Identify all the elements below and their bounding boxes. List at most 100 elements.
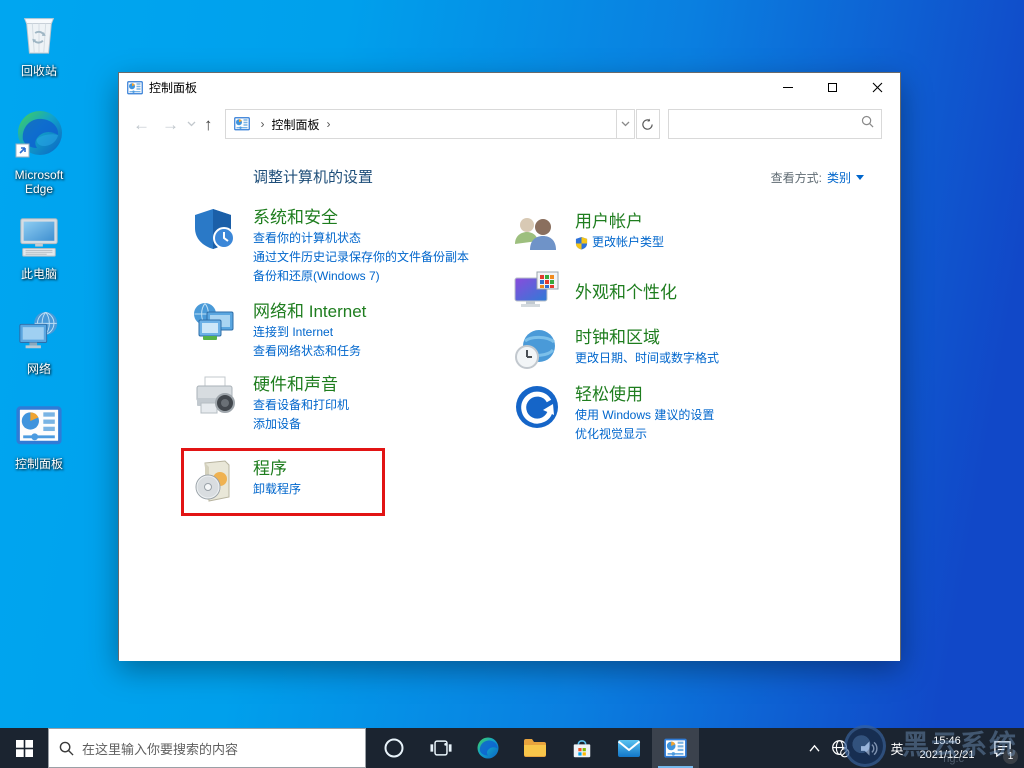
uac-shield-icon (575, 236, 588, 249)
category-link[interactable]: 使用 Windows 建议的设置 (575, 406, 714, 425)
window-search-input[interactable] (668, 117, 861, 131)
taskbar-search-placeholder: 在这里输入你要搜索的内容 (82, 741, 239, 757)
desktop-icon-microsoft-edge[interactable]: Microsoft Edge (2, 108, 76, 196)
tray-clock[interactable]: 15:46 2021/12/21 (910, 728, 984, 768)
category-title[interactable]: 硬件和声音 (253, 375, 338, 394)
window-title: 控制面板 (149, 81, 198, 95)
action-center-button[interactable]: 1 (984, 728, 1020, 768)
speaker-icon (861, 740, 878, 756)
clock-region-icon (513, 326, 561, 374)
chevron-up-icon (809, 744, 820, 752)
category-link[interactable]: 查看你的计算机状态 (253, 229, 469, 248)
tray-show-hidden-icons-button[interactable] (803, 728, 826, 768)
address-dropdown-button[interactable] (616, 109, 635, 139)
breadcrumb[interactable]: 控制面板 (272, 116, 320, 133)
maximize-button[interactable] (810, 73, 855, 102)
taskbar-mail-button[interactable] (605, 728, 652, 768)
category-link[interactable]: 优化视觉显示 (575, 425, 714, 444)
back-button[interactable]: ← (127, 114, 156, 135)
system-security-icon (191, 206, 239, 254)
category-clock-region: 时钟和区域 更改日期、时间或数字格式 (513, 326, 843, 374)
close-icon (872, 82, 883, 93)
category-link[interactable]: 更改日期、时间或数字格式 (575, 349, 719, 368)
category-appearance-personalization: 外观和个性化 (513, 268, 843, 316)
desktop-icon-recycle-bin[interactable]: 回收站 (2, 10, 76, 78)
taskbar-store-button[interactable] (558, 728, 605, 768)
category-link-uninstall-program[interactable]: 卸载程序 (253, 480, 301, 499)
control-panel-window: 控制面板 ← → ↑ › 控制面板 › 调整计算机的设置 查看方式: 类别 系统… (118, 72, 901, 661)
search-icon (861, 115, 874, 133)
desktop-icon-label: Microsoft Edge (14, 168, 64, 196)
start-button[interactable] (0, 728, 48, 768)
category-title[interactable]: 轻松使用 (575, 385, 643, 404)
minimize-button[interactable] (765, 73, 810, 102)
network-icon (16, 308, 62, 359)
cortana-icon (384, 738, 403, 758)
address-control-panel-icon (234, 116, 250, 132)
recent-pages-dropdown[interactable] (185, 119, 198, 129)
close-button[interactable] (855, 73, 900, 102)
category-link[interactable]: 连接到 Internet (253, 323, 366, 342)
category-title[interactable]: 网络和 Internet (253, 302, 366, 321)
category-link[interactable]: 通过文件历史记录保存你的文件备份副本 (253, 248, 469, 267)
taskbar-task-view-button[interactable] (417, 728, 464, 768)
window-content: 调整计算机的设置 查看方式: 类别 系统和安全 查看你的计算机状态 通过文件历史… (119, 146, 900, 661)
taskbar-control-panel-button[interactable] (652, 728, 699, 768)
ease-of-access-icon (513, 383, 561, 431)
category-title[interactable]: 系统和安全 (253, 208, 338, 227)
category-user-accounts: 用户帐户 更改帐户类型 (513, 210, 843, 258)
category-programs: 程序 卸载程序 (181, 448, 385, 516)
breadcrumb-separator-icon: › (326, 117, 331, 131)
microsoft-store-icon (573, 739, 590, 757)
category-link[interactable]: 查看设备和打印机 (253, 396, 349, 415)
category-link[interactable]: 添加设备 (253, 415, 349, 434)
taskbar-file-explorer-button[interactable] (511, 728, 558, 768)
desktop-icon-network[interactable]: 网络 (2, 308, 76, 376)
taskbar-cortana-button[interactable] (370, 728, 417, 768)
this-pc-icon (16, 213, 62, 264)
tray-time: 15:46 (933, 735, 961, 747)
refresh-button[interactable] (635, 109, 660, 139)
edge-icon (477, 737, 498, 759)
tray-volume-button[interactable] (855, 728, 884, 768)
breadcrumb-separator-icon: › (260, 117, 265, 131)
chevron-down-icon (621, 121, 629, 127)
window-search-box[interactable] (667, 109, 882, 139)
file-explorer-icon (523, 739, 546, 757)
category-title[interactable]: 时钟和区域 (575, 328, 660, 347)
view-by-value[interactable]: 类别 (827, 169, 851, 186)
user-accounts-icon (513, 210, 561, 258)
forward-button[interactable]: → (156, 114, 185, 135)
windows-logo-icon (15, 739, 33, 757)
edge-icon (13, 108, 65, 165)
network-internet-icon (191, 300, 239, 348)
desktop-icon-label: 此电脑 (20, 267, 57, 281)
category-system-security: 系统和安全 查看你的计算机状态 通过文件历史记录保存你的文件备份副本 备份和还原… (191, 206, 513, 286)
category-hardware-sound: 硬件和声音 查看设备和打印机 添加设备 (191, 373, 513, 434)
mail-icon (617, 739, 640, 757)
desktop-icon-this-pc[interactable]: 此电脑 (2, 213, 76, 281)
programs-icon (191, 457, 239, 505)
category-ease-of-access: 轻松使用 使用 Windows 建议的设置 优化视觉显示 (513, 383, 843, 444)
category-title[interactable]: 外观和个性化 (575, 283, 677, 302)
category-link[interactable]: 备份和还原(Windows 7) (253, 267, 469, 286)
control-panel-icon (16, 403, 62, 454)
hardware-sound-icon (191, 373, 239, 421)
page-title: 调整计算机的设置 (253, 169, 374, 186)
category-title[interactable]: 用户帐户 (575, 212, 643, 231)
desktop-icon-control-panel[interactable]: 控制面板 (2, 403, 76, 471)
up-button[interactable]: ↑ (198, 114, 221, 135)
tray-network-button[interactable] (826, 728, 855, 768)
minimize-icon (782, 87, 793, 88)
desktop-icon-label: 回收站 (20, 64, 57, 78)
address-bar[interactable]: › 控制面板 › (224, 109, 617, 139)
category-link-change-account-type[interactable]: 更改帐户类型 (575, 233, 664, 252)
taskbar-search-box[interactable]: 在这里输入你要搜索的内容 (48, 728, 366, 768)
category-title[interactable]: 程序 (253, 459, 287, 478)
window-toolbar: ← → ↑ › 控制面板 › (119, 102, 900, 146)
category-link[interactable]: 查看网络状态和任务 (253, 342, 366, 361)
notification-badge: 1 (1003, 749, 1018, 764)
taskbar-edge-button[interactable] (464, 728, 511, 768)
chevron-down-icon[interactable] (856, 175, 864, 180)
tray-ime-indicator[interactable]: 英 (884, 728, 910, 768)
